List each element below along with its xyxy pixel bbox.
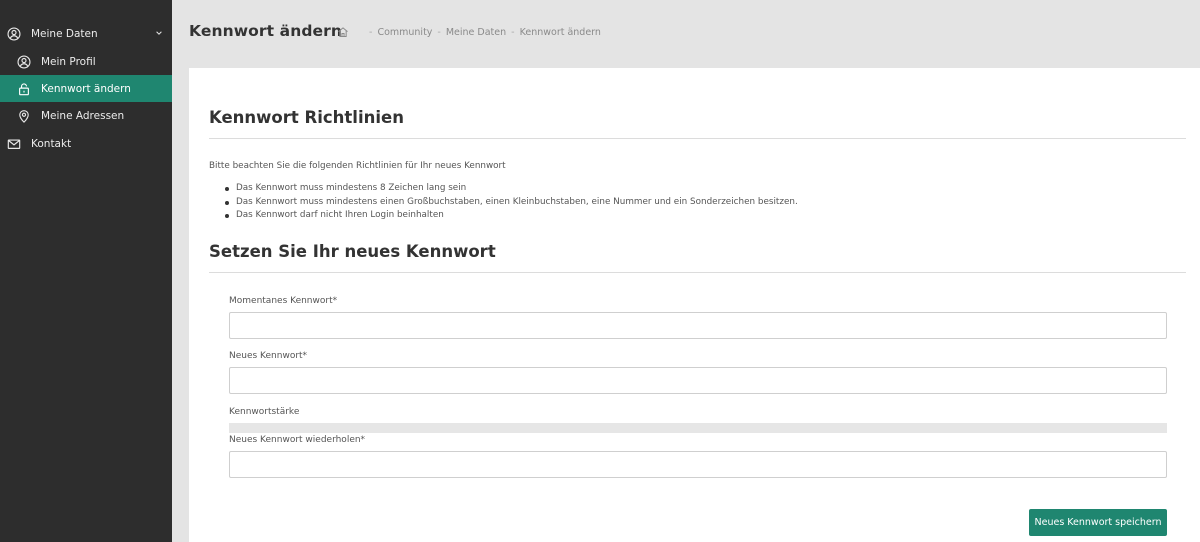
current-password-label: Momentanes Kennwort*: [229, 296, 338, 306]
password-strength-meter: [229, 423, 1167, 433]
divider: [209, 272, 1186, 273]
policy-rule: Das Kennwort darf nicht Ihren Login bein…: [225, 209, 798, 223]
save-password-button[interactable]: Neues Kennwort speichern: [1029, 509, 1167, 536]
user-circle-icon: [7, 26, 21, 41]
main-card: Kennwort Richtlinien Bitte beachten Sie …: [189, 68, 1200, 542]
lock-icon: [17, 82, 31, 96]
repeat-password-label: Neues Kennwort wiederholen*: [229, 435, 366, 445]
sidebar-item-kennwort-aendern[interactable]: Kennwort ändern: [0, 75, 172, 102]
sidebar-item-label: Meine Adressen: [41, 109, 125, 122]
sidebar-item-kontakt[interactable]: Kontakt: [0, 130, 172, 157]
sidebar-item-mein-profil[interactable]: Mein Profil: [0, 48, 172, 75]
policy-rule: Das Kennwort muss mindestens einen Großb…: [225, 196, 798, 210]
page-title: Kennwort ändern: [189, 22, 343, 40]
breadcrumb-separator: -: [437, 26, 441, 38]
divider: [209, 138, 1186, 139]
policy-heading: Kennwort Richtlinien: [209, 108, 404, 127]
breadcrumb-community[interactable]: Community: [377, 27, 432, 38]
breadcrumb-meine-daten[interactable]: Meine Daten: [446, 27, 506, 38]
breadcrumb: - Community - Meine Daten - Kennwort änd…: [337, 26, 601, 38]
chevron-down-icon[interactable]: [155, 29, 163, 37]
sidebar-section-label: Meine Daten: [31, 27, 98, 40]
sidebar-item-label: Mein Profil: [41, 55, 96, 68]
breadcrumb-separator: -: [369, 26, 373, 38]
password-strength-label: Kennwortstärke: [229, 407, 300, 417]
form-heading: Setzen Sie Ihr neues Kennwort: [209, 242, 496, 261]
map-pin-icon: [17, 109, 31, 123]
sidebar-item-label: Kennwort ändern: [41, 82, 131, 95]
breadcrumb-separator: -: [511, 26, 515, 38]
sidebar-item-meine-adressen[interactable]: Meine Adressen: [0, 102, 172, 129]
new-password-input[interactable]: [229, 367, 1167, 394]
user-circle-icon: [17, 54, 31, 69]
envelope-icon: [7, 137, 21, 151]
new-password-label: Neues Kennwort*: [229, 351, 308, 361]
sidebar: Meine Daten Mein Profil Kennwort ändern …: [0, 0, 172, 542]
breadcrumb-current: Kennwort ändern: [519, 26, 601, 38]
current-password-input[interactable]: [229, 312, 1167, 339]
policy-intro: Bitte beachten Sie die folgenden Richtli…: [209, 161, 506, 171]
sidebar-item-label: Kontakt: [31, 137, 72, 150]
sidebar-section-meine-daten[interactable]: Meine Daten: [0, 20, 172, 47]
repeat-password-input[interactable]: [229, 451, 1167, 478]
policy-rule: Das Kennwort muss mindestens 8 Zeichen l…: [225, 182, 798, 196]
policy-rules: Das Kennwort muss mindestens 8 Zeichen l…: [225, 182, 798, 223]
home-icon[interactable]: [337, 26, 349, 38]
